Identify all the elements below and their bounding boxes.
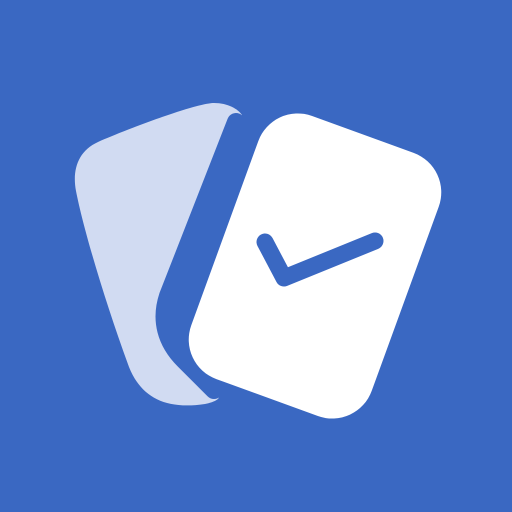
app-icon-graphic <box>0 0 512 512</box>
app-icon <box>0 0 512 512</box>
